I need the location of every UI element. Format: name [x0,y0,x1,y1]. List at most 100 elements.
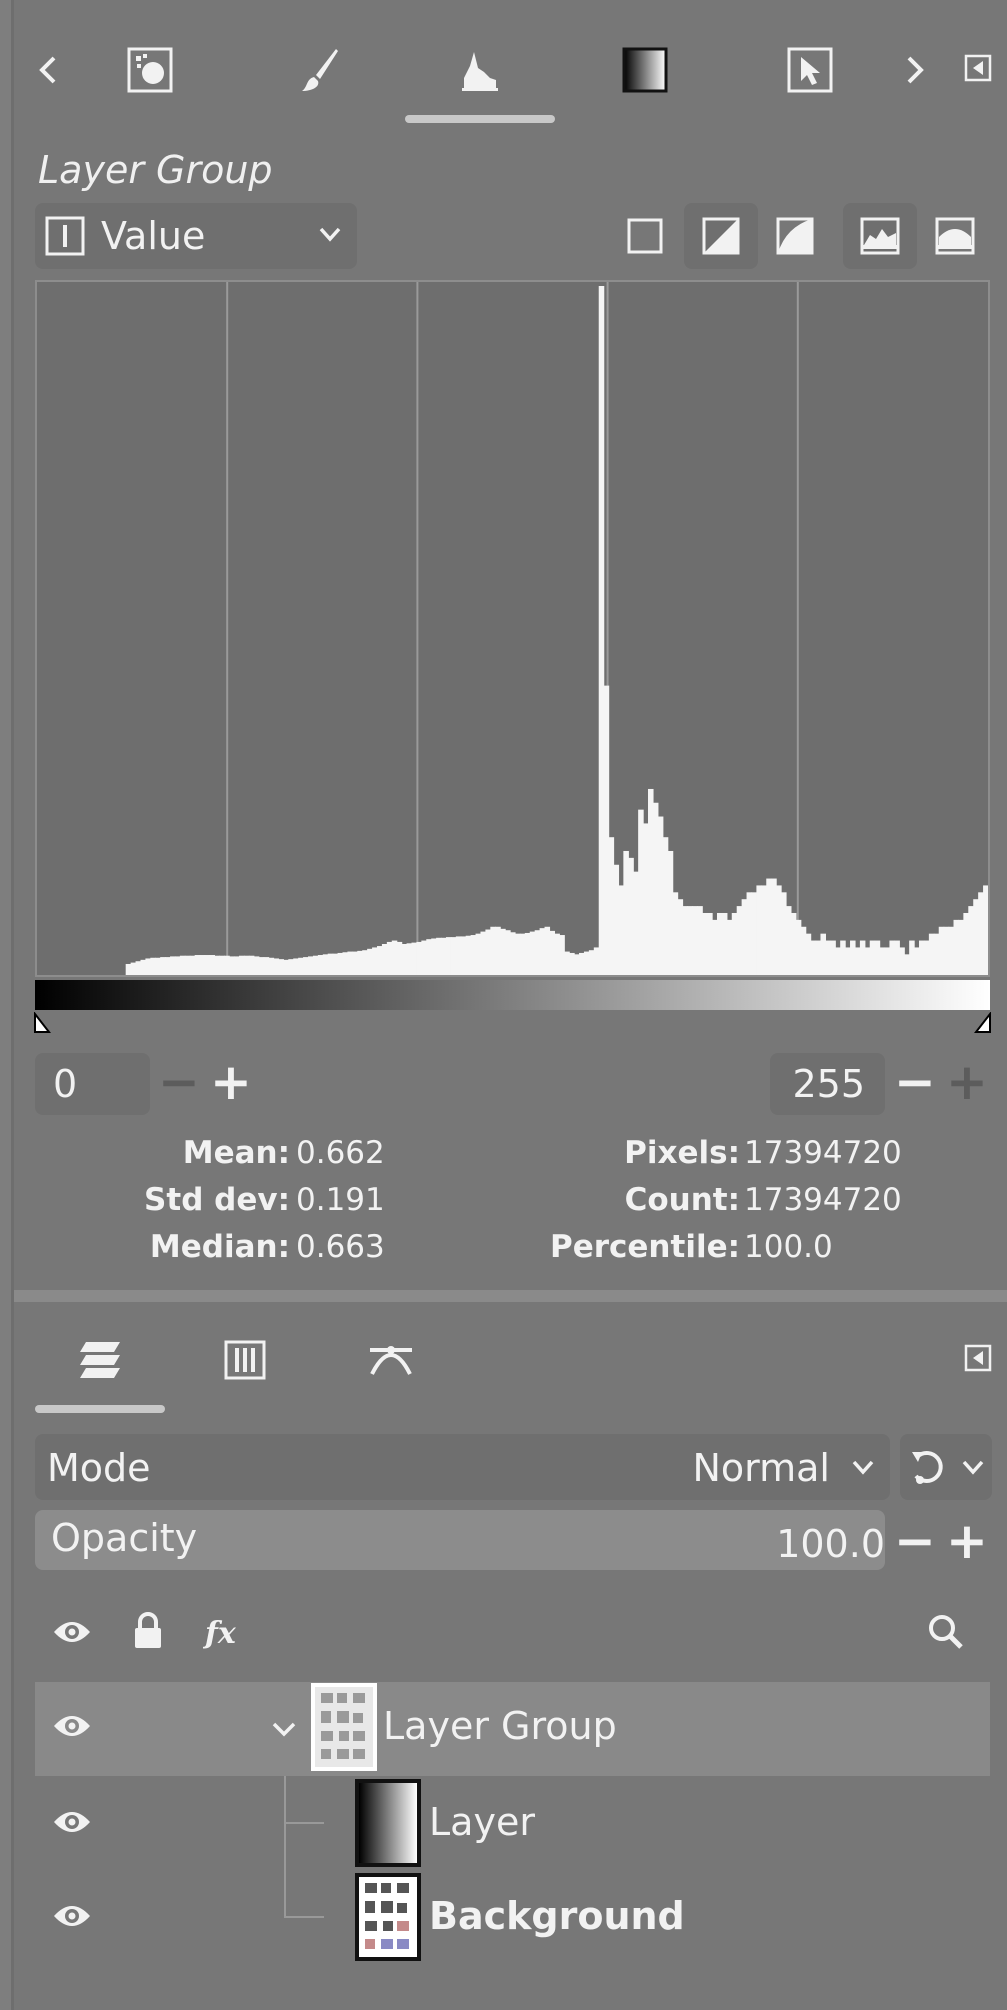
scale-log-icon[interactable] [758,203,832,269]
brushes-tab-icon[interactable] [295,45,345,95]
group-expand-chevron-icon[interactable] [270,1716,298,1742]
histogram-bar [574,954,580,975]
layers-tab-icon[interactable] [75,1335,125,1385]
paths-tab-icon[interactable] [366,1335,416,1385]
histogram-bar [613,864,620,975]
scroll-right-icon[interactable] [897,45,933,95]
histogram-bar [470,935,477,975]
channel-select[interactable]: Value [35,203,357,269]
histogram-bar [593,947,600,975]
range-low-value: 0 [53,1062,78,1106]
histogram-view-icon[interactable] [843,203,917,269]
histogram-bar [746,892,753,975]
layers-dock-menu-icon[interactable] [962,1340,994,1376]
histogram-bar [308,956,314,975]
layer-row-background[interactable]: Background [35,1870,990,1964]
composite-mode-button[interactable] [900,1434,992,1500]
pixels-value: 17394720 [744,1135,902,1171]
histogram-bar [958,919,964,975]
pointer-tab-icon[interactable] [785,45,835,95]
scroll-left-icon[interactable] [30,45,66,95]
range-low-input[interactable]: 0 [35,1053,150,1115]
range-high-input[interactable]: 255 [770,1053,885,1115]
opacity-decrement[interactable]: − [894,1516,936,1566]
histogram-bar [288,959,294,975]
median-value: 0.663 [296,1229,385,1265]
histogram-bar [273,958,280,975]
histogram-bar [845,947,851,975]
tree-line [284,1822,324,1824]
tool-options-tab-icon[interactable] [125,45,175,95]
eye-icon[interactable] [52,1902,92,1930]
effects-fx-icon[interactable]: ƒx [202,1612,244,1652]
histogram-bar [268,957,275,975]
histogram-bar [603,685,610,975]
lock-icon[interactable] [130,1610,166,1652]
histogram-bar [342,952,349,975]
histogram-bar [825,940,831,975]
tree-line [284,1870,286,1918]
histogram-chart[interactable] [35,280,990,977]
histogram-bar [524,932,531,975]
histogram-bar [948,926,955,975]
histogram-bar [874,940,881,975]
gradients-tab-icon[interactable] [620,45,670,95]
linear-scale-toggle[interactable] [608,203,682,269]
histogram-bar [899,947,905,975]
histogram-view-alt-icon[interactable] [918,203,992,269]
histogram-bar [165,957,171,975]
histogram-bar [514,933,521,975]
histogram-bar [682,906,689,975]
opacity-increment[interactable]: + [946,1516,988,1566]
percentile-label: Percentile: [550,1229,740,1265]
high-range-handle[interactable] [973,1011,992,1038]
low-range-handle[interactable] [33,1011,52,1038]
histogram-bar [544,926,551,975]
histogram-bar [362,950,368,975]
histogram-bar [386,941,393,975]
histogram-bar [628,857,634,975]
scale-linear-icon[interactable] [684,203,758,269]
eye-icon[interactable] [52,1612,92,1652]
histogram-bar [776,885,782,975]
histogram-bar [579,952,585,975]
dock-pane-separator[interactable] [14,1290,1007,1302]
histogram-bar [884,947,891,975]
histogram-bar [736,906,743,975]
search-icon[interactable] [924,1610,966,1652]
histogram-bar [549,930,555,975]
histogram-bar [894,940,900,975]
histogram-bar [460,936,467,975]
histogram-bar [174,956,181,975]
histogram-bar [933,933,940,975]
opacity-slider[interactable]: Opacity 100.0 [35,1510,885,1570]
histogram-bar [731,912,738,975]
histogram-bar [938,926,945,975]
eye-icon[interactable] [52,1808,92,1836]
range-low-increment[interactable]: + [210,1057,252,1107]
histogram-bar [179,955,186,975]
layer-row-layer-group[interactable]: Layer Group [35,1682,990,1776]
histogram-bar [130,962,137,975]
histogram-bar [771,878,777,975]
histogram-tab-icon[interactable] [455,45,505,95]
eye-icon[interactable] [52,1712,92,1740]
range-low-decrement[interactable]: − [158,1057,200,1107]
histogram-bar [707,912,713,975]
range-high-increment[interactable]: + [946,1057,988,1107]
histogram-bar [475,933,482,975]
histogram-bar [293,958,299,975]
histogram-bar [327,953,334,975]
dock-menu-icon[interactable] [962,50,994,86]
histogram-bar [170,956,176,975]
histogram-bar [416,941,422,975]
blend-mode-select[interactable]: Mode Normal [35,1434,890,1500]
histogram-bar [785,906,792,975]
layer-row-layer[interactable]: Layer [35,1776,990,1870]
histogram-bar [756,885,762,975]
channels-tab-icon[interactable] [222,1335,268,1385]
layer-name: Layer Group [383,1704,617,1748]
range-high-decrement[interactable]: − [894,1057,936,1107]
histogram-bar [554,933,560,975]
histogram-bar [983,885,988,975]
